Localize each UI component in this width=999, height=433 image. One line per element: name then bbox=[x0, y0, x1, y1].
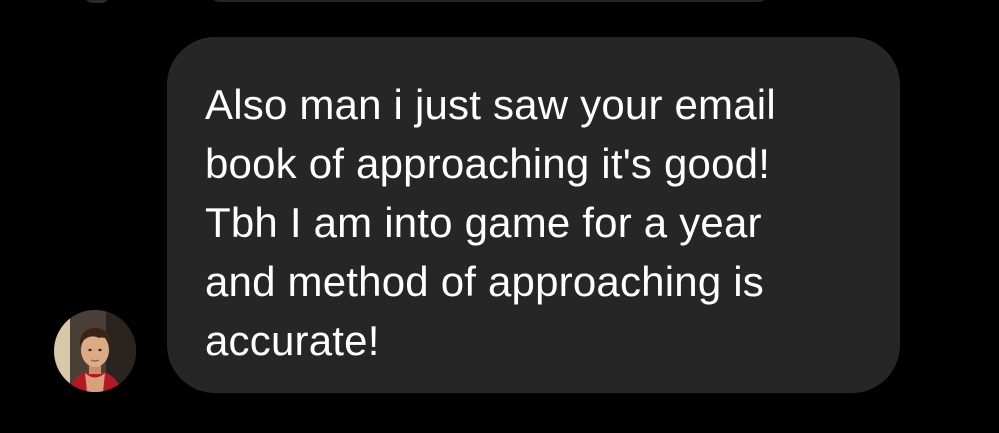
sender-avatar[interactable] bbox=[54, 310, 136, 392]
profile-photo-avatar-icon bbox=[54, 310, 136, 392]
message-text: Also man i just saw your email book of a… bbox=[205, 81, 776, 364]
received-message-bubble[interactable]: Also man i just saw your email book of a… bbox=[167, 37, 900, 393]
message-row: Also man i just saw your email book of a… bbox=[0, 0, 999, 433]
